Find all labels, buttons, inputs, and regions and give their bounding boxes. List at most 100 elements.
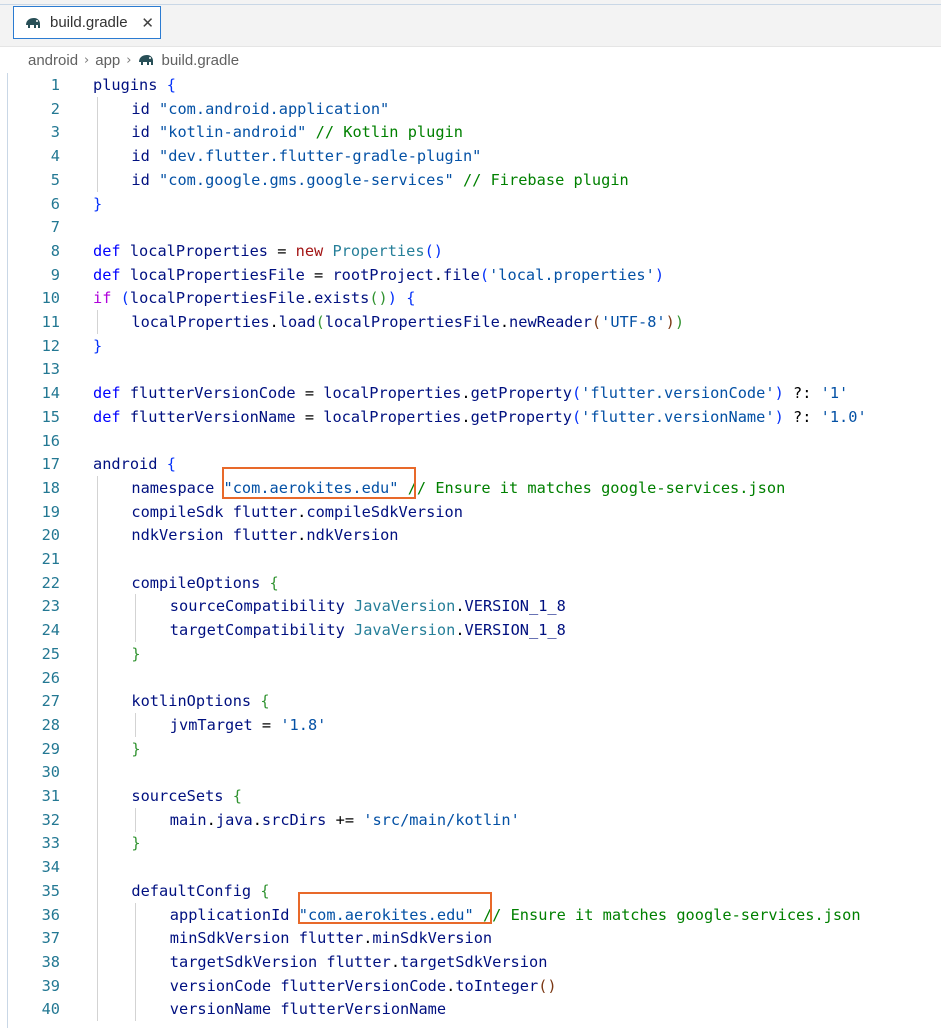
code-editor[interactable]: 1 plugins {2 id "com.android.application" 3…	[0, 73, 941, 1028]
code-line[interactable]: 21	[0, 547, 941, 571]
editor-tab-bar: build.gradle ✕	[0, 0, 941, 47]
code-line[interactable]: 16	[0, 429, 941, 453]
indent-guide	[97, 712, 98, 737]
code-token: targetCompatibility	[169, 621, 354, 640]
code-line[interactable]: 31 sourceSets {	[0, 784, 941, 808]
code-token: .	[461, 384, 471, 403]
code-line[interactable]: 6}	[0, 192, 941, 216]
breadcrumb-item-app[interactable]: app	[95, 52, 120, 69]
code-line[interactable]: 1 plugins {	[0, 73, 941, 97]
code-token: 'src/main/kotlin'	[363, 810, 520, 829]
line-number: 25	[41, 644, 60, 663]
code-token: id	[131, 123, 160, 142]
line-number: 29	[41, 739, 60, 758]
code-line[interactable]: 24 targetCompatibility JavaVersion.VERSIO…	[0, 618, 941, 643]
line-number: 24	[41, 621, 60, 640]
breadcrumb-item-android[interactable]: android	[28, 52, 78, 69]
code-token: def	[93, 384, 130, 403]
indent-guide	[97, 807, 98, 832]
code-token: load	[278, 313, 316, 331]
code-token: localProperties	[131, 313, 270, 331]
code-line[interactable]: 4 id "dev.flutter.flutter-gradle-plugin"	[0, 144, 941, 169]
code-line[interactable]: 17 android {	[0, 452, 941, 476]
line-number: 11	[41, 313, 60, 331]
code-line[interactable]: 32 main.java.srcDirs += 'src/main/kotlin'	[0, 807, 941, 832]
indent-guide	[97, 547, 98, 571]
code-token: getProperty	[470, 384, 572, 403]
code-line[interactable]: 26	[0, 665, 941, 690]
line-number: 31	[41, 787, 60, 805]
code-line[interactable]: 38 targetSdkVersion flutter.targetSdkVers…	[0, 949, 941, 974]
code-line[interactable]: 11 localProperties.load(localPropertiesFi…	[0, 310, 941, 334]
code-line[interactable]: 33}	[0, 831, 941, 856]
code-text: }	[131, 642, 140, 666]
code-line[interactable]: 40 versionName flutterVersionName	[0, 997, 941, 1022]
code-text: ndkVersion flutter.ndkVersion	[131, 523, 398, 547]
indent-guide	[97, 523, 98, 548]
indent-guide	[97, 665, 98, 690]
close-icon[interactable]: ✕	[141, 14, 154, 32]
code-line[interactable]: 23 sourceCompatibility JavaVersion.VERSIO…	[0, 594, 941, 619]
code-line[interactable]: 39 versionCode flutterVersionCode.toInteg…	[0, 973, 941, 998]
code-token: (	[571, 407, 582, 426]
code-token: targetSdkVersion	[400, 952, 548, 971]
code-line[interactable]: 20 ndkVersion flutter.ndkVersion	[0, 523, 941, 548]
line-number: 33	[41, 834, 60, 853]
code-line[interactable]: 14 def flutterVersionCode = localProperti…	[0, 381, 941, 405]
code-text: def flutterVersionCode = localProperties…	[93, 381, 848, 405]
code-text: def flutterVersionName = localProperties…	[93, 405, 867, 429]
code-token: // Ensure it matches google-services.jso…	[407, 478, 786, 497]
line-number: 20	[41, 526, 60, 545]
code-line[interactable]: 34	[0, 855, 941, 880]
code-line[interactable]: 9 def localPropertiesFile = rootProject.f…	[0, 263, 941, 287]
code-text: versionName flutterVersionName	[170, 997, 446, 1021]
code-token: .	[390, 952, 401, 971]
code-line[interactable]: 7	[0, 215, 941, 239]
code-line[interactable]: 15 def flutterVersionName = localProperti…	[0, 405, 941, 429]
code-token: .	[446, 976, 456, 995]
code-line[interactable]: 2 id "com.android.application"	[0, 96, 941, 121]
indent-guide	[97, 310, 98, 334]
indent-guide	[135, 997, 136, 1022]
code-token: localPropertiesFile	[324, 313, 500, 331]
indent-guide	[97, 499, 98, 524]
code-line[interactable]: 12}	[0, 334, 941, 358]
code-token: java	[215, 810, 253, 829]
code-line[interactable]: 18 namespace "com.aerokites.edu" // Ensur…	[0, 475, 941, 500]
code-token: }	[131, 644, 141, 663]
code-token: localProperties	[323, 384, 462, 403]
code-line[interactable]: 8 def localProperties = new Properties()	[0, 239, 941, 263]
indent-guide	[97, 144, 98, 169]
code-token: .	[461, 407, 471, 426]
code-line[interactable]: 36 applicationId "com.aerokites.edu" // E…	[0, 902, 941, 927]
code-line[interactable]: 10 if (localPropertiesFile.exists()) {	[0, 286, 941, 310]
code-token: applicationId	[169, 905, 299, 924]
breadcrumb-item-build-gradle[interactable]: build.gradle	[161, 52, 239, 69]
line-number: 16	[41, 431, 60, 450]
code-text: }	[131, 831, 140, 855]
code-line[interactable]: 30	[0, 760, 941, 785]
code-text: }	[93, 334, 102, 358]
code-line[interactable]: 37 minSdkVersion flutter.minSdkVersion	[0, 926, 941, 951]
code-line[interactable]: 19 compileSdk flutter.compileSdkVersion	[0, 499, 941, 524]
code-line[interactable]: 5 id "com.google.gms.google-services" // …	[0, 167, 941, 192]
code-line[interactable]: 35 defaultConfig {	[0, 878, 941, 903]
code-line[interactable]: 3 id "kotlin-android" // Kotlin plugin	[0, 120, 941, 145]
code-token: getProperty	[470, 407, 572, 426]
code-token: jvmTarget	[169, 715, 262, 734]
code-line[interactable]: 27 kotlinOptions {	[0, 689, 941, 714]
code-text: id "com.android.application"	[131, 97, 389, 121]
code-line[interactable]: 13	[0, 357, 941, 381]
indent-guide	[97, 902, 98, 927]
code-token: ()	[369, 289, 388, 308]
code-line[interactable]: 28 jvmTarget = '1.8'	[0, 712, 941, 737]
code-line[interactable]: 29}	[0, 736, 941, 761]
tab-build-gradle[interactable]: build.gradle ✕	[13, 6, 161, 39]
code-line[interactable]: 25}	[0, 641, 941, 666]
indent-guide	[97, 641, 98, 666]
indent-guide	[135, 618, 136, 643]
code-line[interactable]: 22 compileOptions {	[0, 570, 941, 595]
code-token: ?:	[783, 384, 821, 403]
